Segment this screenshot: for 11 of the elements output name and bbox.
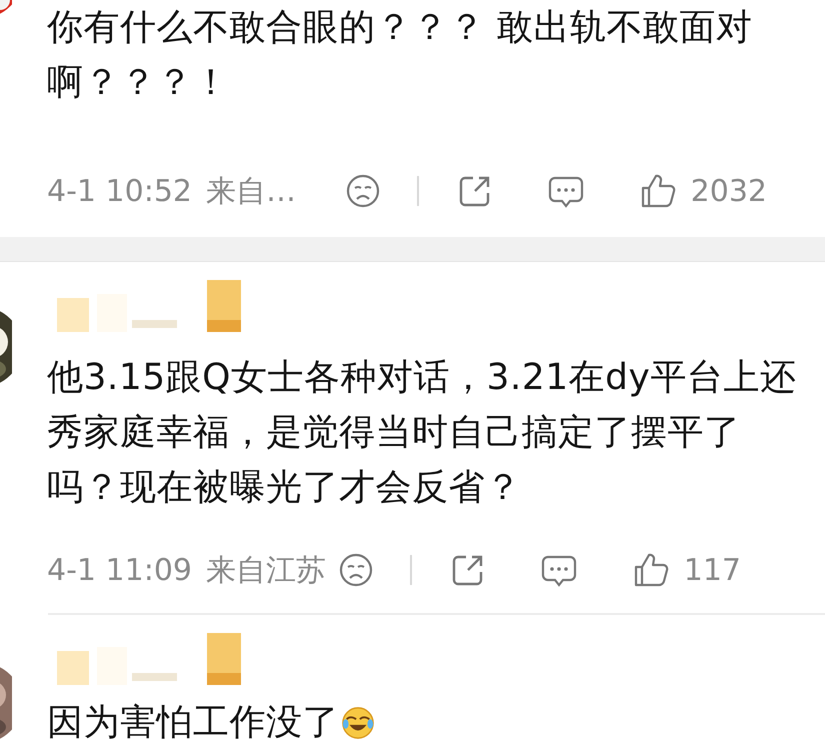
comment-time: 4-1 11:09 — [47, 552, 192, 588]
comment-text: 你有什么不敢合眼的？？？ 敢出轨不敢面对啊？？？！ — [47, 6, 754, 105]
comment-time: 4-1 10:52 — [47, 174, 192, 208]
like-count: 117 — [684, 552, 741, 588]
comment-text: 他3.15跟Q女士各种对话，3.21在dy平台上还秀家庭幸福，是觉得当时自己搞定了摆平了吗？现在被曝光了才会反省？ — [47, 356, 798, 510]
comment-location: 来自… — [206, 172, 296, 210]
comment-text: 因为害怕工作没了 — [47, 701, 339, 745]
like-count: 2032 — [690, 174, 767, 208]
sad-face-icon[interactable] — [338, 552, 374, 588]
sad-face-icon[interactable] — [344, 173, 381, 209]
comment-location: 来自江苏 — [206, 552, 326, 590]
